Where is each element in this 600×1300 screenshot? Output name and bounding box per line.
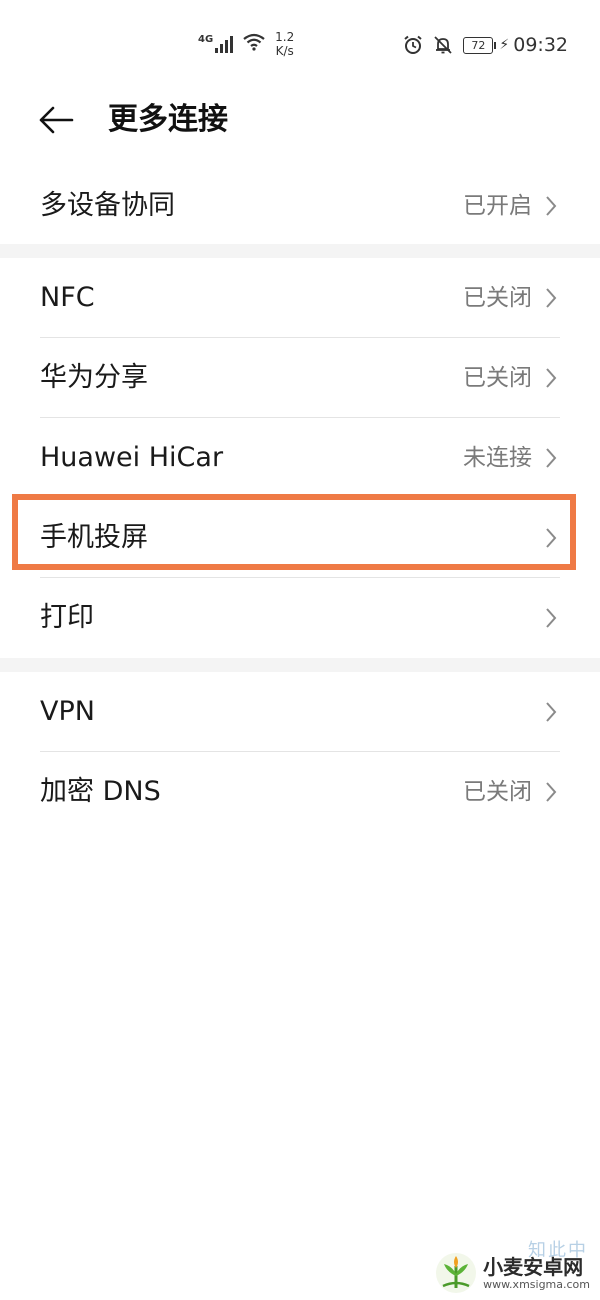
list-item-status: 已关闭 <box>463 779 532 805</box>
chevron-right-icon <box>546 608 557 628</box>
network-indicators: 4G 1.2 K/s <box>198 30 294 60</box>
list-item-label: NFC <box>40 282 95 313</box>
list-item-status: 已关闭 <box>463 285 532 311</box>
chevron-right-icon <box>546 448 557 468</box>
chevron-right-icon <box>546 288 557 308</box>
list-item-status: 未连接 <box>463 445 532 471</box>
network-type: 4G <box>198 34 214 45</box>
arrow-left-icon <box>39 106 74 134</box>
list-item-label: 手机投屏 <box>40 522 148 553</box>
list-item-label: 加密 DNS <box>40 776 161 807</box>
list-item-status: 已开启 <box>463 193 532 219</box>
back-button[interactable] <box>38 100 82 140</box>
chevron-right-icon <box>546 196 557 216</box>
watermark-url: www.xmsigma.com <box>483 1278 590 1291</box>
list-item-label: 打印 <box>40 602 94 633</box>
wifi-icon <box>243 33 265 55</box>
speed-unit: K/s <box>275 44 294 58</box>
chevron-right-icon <box>546 528 557 548</box>
network-speed: 1.2 K/s <box>275 30 294 58</box>
status-bar: 4G 1.2 K/s 72 ⚡ 09:32 <box>0 0 600 88</box>
speed-value: 1.2 <box>275 30 295 44</box>
chevron-right-icon <box>546 782 557 802</box>
app-header: 更多连接 <box>0 88 600 152</box>
watermark: 小麦安卓网 www.xmsigma.com <box>435 1252 590 1294</box>
list-item-print[interactable]: 打印 <box>0 578 600 658</box>
watermark-brand: 小麦安卓网 <box>483 1255 584 1279</box>
chevron-right-icon <box>546 368 557 388</box>
list-item-vpn[interactable]: VPN <box>0 672 600 752</box>
status-icons: 72 ⚡ 09:32 <box>397 30 568 60</box>
charging-icon: ⚡ <box>499 37 510 53</box>
signal-icon <box>215 33 235 53</box>
section-gap <box>0 244 600 258</box>
watermark-logo-icon <box>436 1253 477 1293</box>
mute-icon <box>433 35 453 55</box>
list-item-screen-projection[interactable]: 手机投屏 <box>0 498 600 578</box>
section-gap <box>0 658 600 672</box>
list-item-label: 多设备协同 <box>40 190 175 221</box>
list-item-hicar[interactable]: Huawei HiCar 未连接 <box>0 418 600 498</box>
clock: 09:32 <box>513 34 568 56</box>
page-title: 更多连接 <box>108 102 228 137</box>
list-item-label: Huawei HiCar <box>40 442 224 473</box>
list-item-label: VPN <box>40 696 95 727</box>
alarm-icon <box>403 35 423 55</box>
list-item-encrypted-dns[interactable]: 加密 DNS 已关闭 <box>0 752 600 832</box>
list-item-status: 已关闭 <box>463 365 532 391</box>
list-item-multi-device[interactable]: 多设备协同 已开启 <box>0 166 600 246</box>
list-item-label: 华为分享 <box>40 362 148 393</box>
list-item-huawei-share[interactable]: 华为分享 已关闭 <box>0 338 600 418</box>
battery-icon: 72 <box>463 36 497 54</box>
list-item-nfc[interactable]: NFC 已关闭 <box>0 258 600 338</box>
chevron-right-icon <box>546 702 557 722</box>
